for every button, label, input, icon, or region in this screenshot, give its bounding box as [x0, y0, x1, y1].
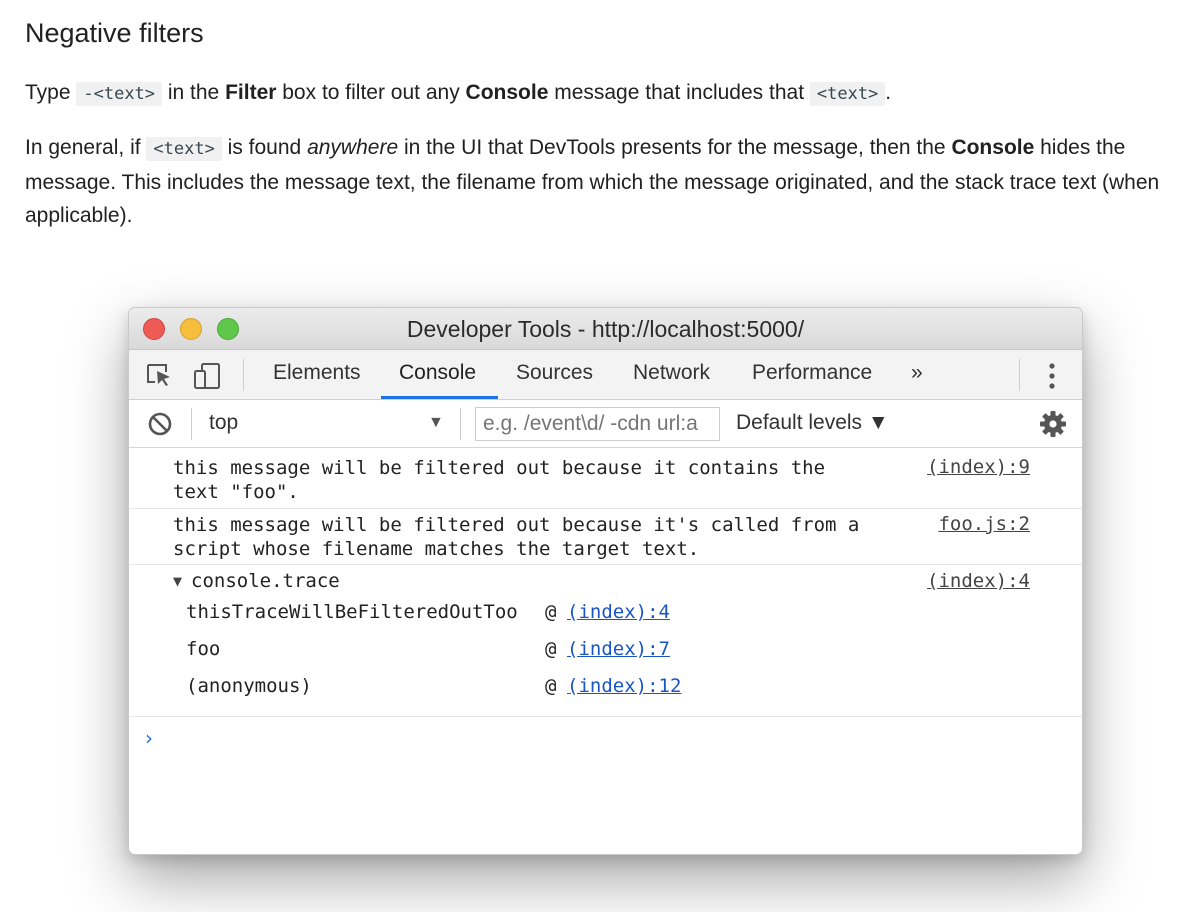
inline-code: <text>: [809, 82, 886, 106]
active-tab-indicator: [381, 396, 498, 399]
disclosure-triangle-icon[interactable]: ▼: [173, 572, 182, 590]
window-title: Developer Tools - http://localhost:5000/: [406, 316, 805, 342]
more-tabs-button[interactable]: »: [911, 361, 923, 385]
settings-gear-icon[interactable]: [1039, 410, 1067, 443]
console-message: this message will be filtered out becaus…: [129, 513, 1082, 565]
tab-network[interactable]: Network: [633, 361, 710, 385]
tab-performance[interactable]: Performance: [752, 361, 872, 385]
inspect-element-icon[interactable]: [145, 362, 173, 393]
toolbar-divider: [460, 408, 461, 440]
paragraph-2: In general, if <text> is found anywhere …: [25, 131, 1175, 232]
text-span: in the: [162, 81, 226, 104]
message-source-link[interactable]: foo.js:2: [938, 513, 1030, 535]
message-source-link[interactable]: (index):9: [927, 456, 1030, 478]
trace-source-link[interactable]: (index):4: [927, 570, 1030, 592]
toolbar-divider: [1019, 359, 1020, 391]
toolbar-divider: [243, 359, 244, 391]
trace-frame-function: foo: [186, 638, 221, 660]
text-span: Type: [25, 81, 77, 104]
text-span: is found: [221, 136, 308, 159]
tab-elements[interactable]: Elements: [273, 361, 361, 385]
window-titlebar: Developer Tools - http://localhost:5000/: [129, 308, 1082, 350]
trace-frame-function: thisTraceWillBeFilteredOutToo: [186, 601, 518, 623]
tab-console[interactable]: Console: [399, 361, 476, 385]
message-text: this message will be filtered out becaus…: [173, 514, 860, 560]
kebab-menu-icon[interactable]: [1047, 362, 1057, 395]
bold-term: Console: [951, 136, 1035, 159]
console-prompt-icon[interactable]: ›: [145, 726, 153, 750]
trace-frame-link[interactable]: (index):4: [567, 601, 670, 623]
context-selector[interactable]: top: [209, 411, 238, 435]
device-toolbar-icon[interactable]: [193, 362, 223, 395]
trace-frame-function: (anonymous): [186, 675, 312, 697]
inline-code: <text>: [146, 137, 222, 161]
panel-tabbar: Elements Console Sources Network Perform…: [129, 350, 1082, 400]
console-filterbar: top ▼ Default levels ▼: [129, 400, 1082, 448]
tab-sources[interactable]: Sources: [516, 361, 593, 385]
trace-label: console.trace: [191, 570, 340, 592]
row-divider: [129, 508, 1082, 509]
row-divider: [129, 564, 1082, 565]
log-levels-dropdown[interactable]: Default levels ▼: [736, 411, 889, 435]
trace-at-sign: @: [545, 675, 557, 697]
message-text: this message will be filtered out becaus…: [173, 457, 826, 503]
text-span: In general, if: [25, 136, 147, 159]
text-span: .: [885, 81, 892, 104]
italic-term: anywhere: [307, 136, 399, 159]
inline-code: -<text>: [76, 82, 163, 106]
paragraph-1: Type -<text> in the Filter box to filter…: [25, 76, 1175, 111]
devtools-window: Developer Tools - http://localhost:5000/…: [128, 307, 1083, 855]
dropdown-arrow-icon[interactable]: ▼: [428, 414, 444, 432]
bold-term: Filter: [225, 81, 277, 104]
text-span: in the UI that DevTools presents for the…: [398, 136, 952, 159]
trace-frame-link[interactable]: (index):7: [567, 638, 670, 660]
console-trace-header[interactable]: ▼ console.trace (index):4: [129, 570, 1082, 600]
row-divider: [129, 716, 1082, 717]
text-span: message that includes that: [548, 81, 810, 104]
section-heading: Negative filters: [25, 18, 204, 48]
trace-at-sign: @: [545, 638, 557, 660]
trace-frame-link[interactable]: (index):12: [567, 675, 681, 697]
clear-console-icon[interactable]: [147, 411, 173, 442]
bold-term: Console: [465, 81, 549, 104]
text-span: box to filter out any: [276, 81, 466, 104]
toolbar-divider: [191, 408, 192, 440]
console-filter-input[interactable]: [475, 407, 720, 441]
console-message: this message will be filtered out becaus…: [129, 456, 1082, 508]
trace-at-sign: @: [545, 601, 557, 623]
